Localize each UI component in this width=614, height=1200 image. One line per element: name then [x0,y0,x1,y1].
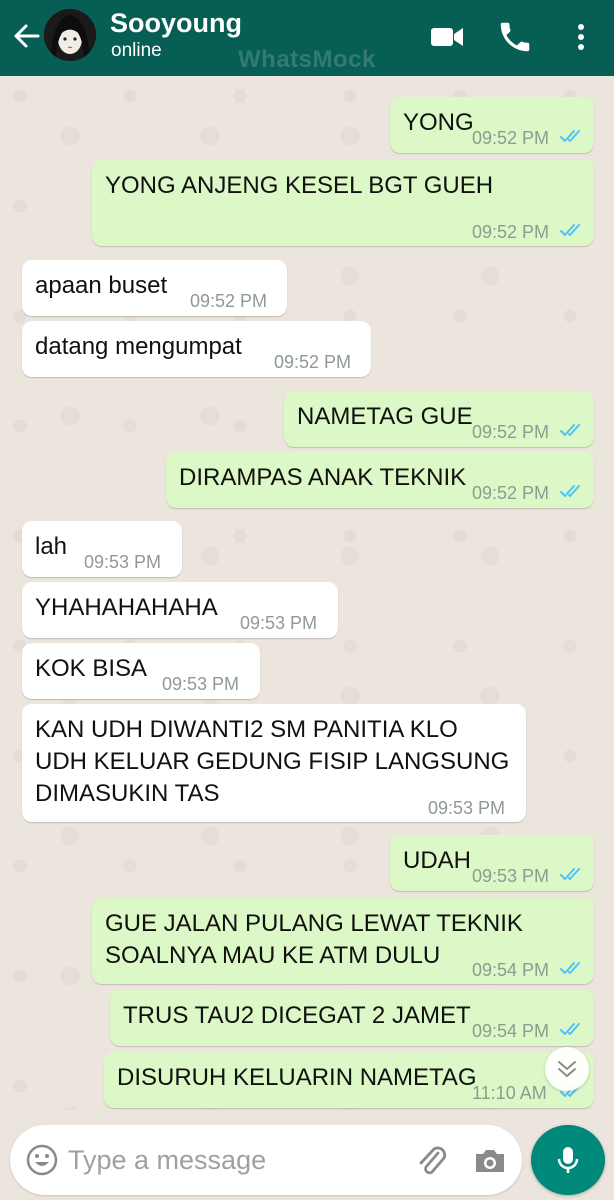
video-call-icon[interactable] [428,18,466,56]
message-input[interactable] [68,1137,398,1183]
emoji-icon[interactable] [24,1142,60,1178]
double-check-icon [560,130,580,142]
message-time: 09:54 PM [472,960,550,980]
message-time: 09:53 PM [84,552,162,572]
message-text: lah [35,533,68,560]
message-time: 09:53 PM [162,674,240,694]
message-bubble-incoming[interactable]: YHAHAHAHAHA 09:53 PM [22,582,338,638]
message-bubble-incoming[interactable]: apaan buset 09:52 PM [22,260,287,316]
double-check-icon [560,224,580,236]
double-check-icon [560,485,580,497]
message-bubble-incoming[interactable]: KAN UDH DIWANTI2 SM PANITIA KLO UDH KELU… [22,704,526,822]
message-text: DIRAMPAS ANAK TEKNIK [179,464,467,491]
message-bubble-outgoing[interactable]: YONG ANJENG KESEL BGT GUEH 09:52 PM [92,160,594,246]
message-text: NAMETAG GUE [297,403,473,430]
message-time: 09:53 PM [428,798,506,818]
message-time: 09:52 PM [274,352,352,372]
message-bubble-incoming[interactable]: datang mengumpat 09:52 PM [22,321,371,377]
double-check-icon [560,424,580,436]
message-time: 09:54 PM [472,1021,550,1041]
message-text: UDAH [403,847,472,874]
message-bubble-outgoing[interactable]: DIRAMPAS ANAK TEKNIK 09:52 PM [166,452,594,508]
avatar[interactable] [44,9,96,61]
double-check-icon [560,868,580,880]
message-bubble-outgoing[interactable]: YONG 09:52 PM [390,97,594,153]
chevron-down-icon [558,1061,576,1077]
message-time: 09:52 PM [190,291,268,311]
chat-area[interactable]: YONG 09:52 PM YONG ANJENG KESEL BGT GUEH… [0,76,614,1110]
message-text: YHAHAHAHAHA [35,594,218,621]
microphone-icon [557,1147,579,1173]
contact-name[interactable]: Sooyoung [110,8,242,39]
message-text: datang mengumpat [35,333,242,360]
chat-header: Sooyoung online WhatsMock [0,0,614,76]
message-time: 09:52 PM [472,222,550,242]
message-text: KOK BISA [35,655,148,682]
message-time: 09:52 PM [472,128,550,148]
message-time: 09:52 PM [472,483,550,503]
message-text: YONG [403,109,474,136]
message-time: 09:53 PM [472,866,550,886]
phone-icon[interactable] [496,18,534,56]
message-text: DISURUH KELUARIN NAMETAG [117,1064,477,1091]
message-bubble-incoming[interactable]: KOK BISA 09:53 PM [22,643,260,699]
more-vert-icon[interactable] [562,18,600,56]
paperclip-icon[interactable] [412,1141,452,1181]
message-time: 11:10 AM [472,1083,547,1103]
mic-button[interactable] [531,1125,605,1195]
message-time: 09:53 PM [240,613,318,633]
message-time: 09:52 PM [472,422,550,442]
message-bubble-outgoing[interactable]: UDAH 09:53 PM [390,835,594,891]
message-bubble-outgoing[interactable]: NAMETAG GUE 09:52 PM [284,391,594,447]
camera-icon[interactable] [470,1141,510,1181]
back-arrow-icon[interactable] [10,20,42,52]
double-check-icon [560,962,580,974]
message-bubble-outgoing[interactable]: GUE JALAN PULANG LEWAT TEKNIK SOALNYA MA… [92,898,594,984]
double-check-icon [560,1023,580,1035]
contact-status: online [111,40,162,61]
watermark: WhatsMock [238,46,376,73]
message-bubble-outgoing[interactable]: TRUS TAU2 DICEGAT 2 JAMET 09:54 PM [110,990,594,1046]
scroll-to-bottom-button[interactable] [545,1047,589,1091]
message-text: YONG ANJENG KESEL BGT GUEH [105,172,494,199]
message-text: TRUS TAU2 DICEGAT 2 JAMET [123,1002,471,1029]
message-text: apaan buset [35,272,168,299]
message-bubble-outgoing[interactable]: DISURUH KELUARIN NAMETAG 11:10 AM [104,1052,594,1108]
message-compose-bar [10,1125,522,1195]
message-bubble-incoming[interactable]: lah 09:53 PM [22,521,182,577]
